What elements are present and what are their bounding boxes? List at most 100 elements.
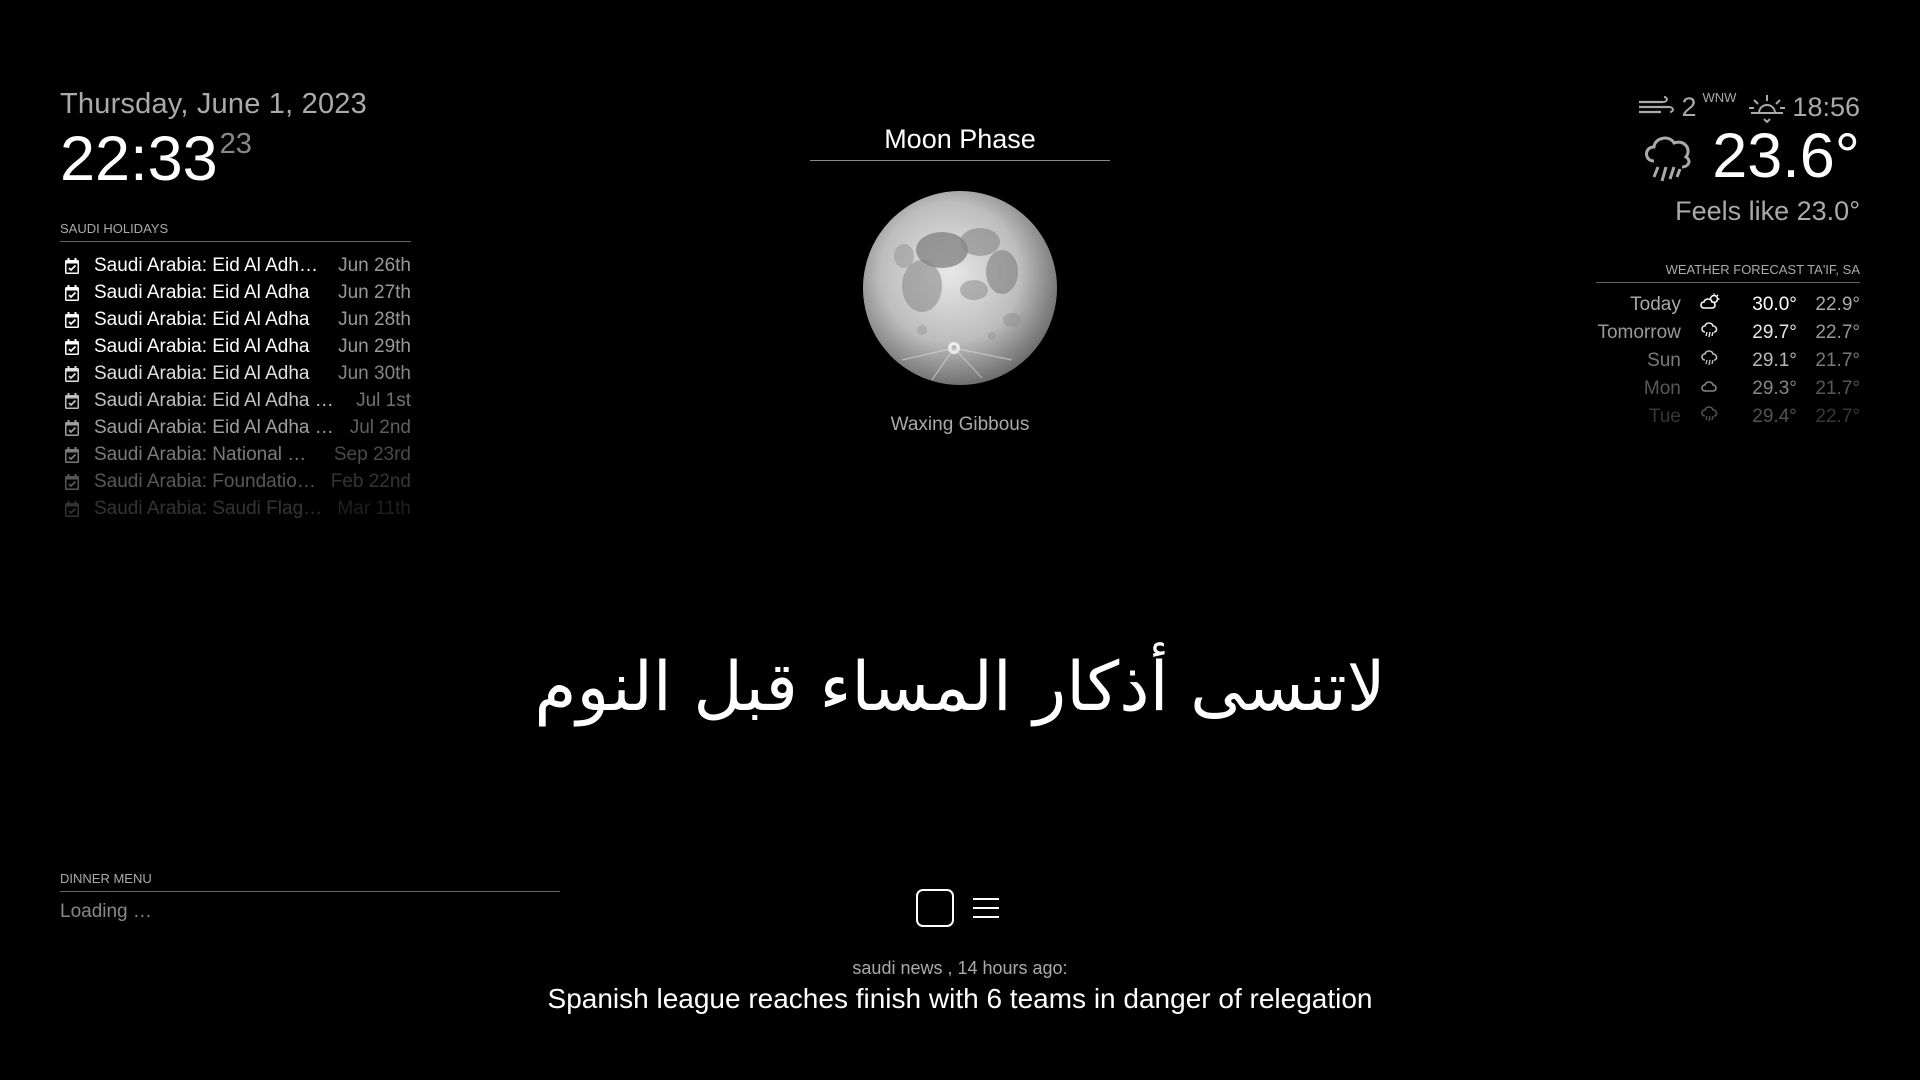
rain-cloud-icon bbox=[1700, 350, 1720, 372]
holiday-row: Saudi Arabia: Eid Al Adha Jun 27th bbox=[60, 279, 411, 306]
holiday-row: Saudi Arabia: Eid Al Adha Jun 28th bbox=[60, 306, 411, 333]
forecast-row: Tomorrow 29.7° 22.7° bbox=[1596, 319, 1860, 347]
forecast-row: Mon 29.3° 21.7° bbox=[1596, 375, 1860, 403]
holidays-header: SAUDI HOLIDAYS bbox=[60, 221, 411, 242]
forecast-day: Today bbox=[1630, 294, 1681, 315]
partly-sunny-icon bbox=[1699, 293, 1721, 316]
holiday-row: Saudi Arabia: National Day Sep 23rd bbox=[60, 441, 411, 468]
clock-module: Thursday, June 1, 2023 22:3323 bbox=[60, 88, 367, 191]
holiday-date: Mar 11th bbox=[337, 497, 411, 519]
holidays-module: SAUDI HOLIDAYS Saudi Arabia: Eid Al Adha… bbox=[60, 221, 411, 522]
forecast-table: Today 30.0° 22.9° Tomorrow 29.7° 22.7° Sun 29.1… bbox=[1596, 291, 1860, 431]
calendar-check-icon bbox=[65, 311, 79, 328]
moon-image bbox=[863, 191, 1057, 385]
holiday-row: Saudi Arabia: Foundation Day Feb 22nd bbox=[60, 468, 411, 495]
weather-summary-row: 2 WNW 18:56 bbox=[1500, 89, 1860, 123]
forecast-min-temp: 21.7° bbox=[1815, 350, 1860, 371]
holiday-title: Saudi Arabia: Eid Al Adha bbox=[94, 308, 310, 330]
calendar-check-icon bbox=[65, 392, 79, 409]
forecast-max-temp: 30.0° bbox=[1752, 294, 1797, 315]
forecast-min-temp: 21.7° bbox=[1815, 378, 1860, 399]
wind-icon bbox=[1639, 96, 1675, 114]
forecast-day: Tue bbox=[1648, 406, 1681, 427]
moon-phase-label: Waxing Gibbous bbox=[890, 414, 1030, 435]
news-open-button[interactable] bbox=[916, 889, 954, 927]
compliment-text: لاتنسى أذكار المساء قبل النوم bbox=[534, 648, 1386, 727]
holiday-title: Saudi Arabia: Eid Al Adha bbox=[94, 335, 310, 357]
holiday-row: Saudi Arabia: Eid Al Adha Holiday Jul 1s… bbox=[60, 387, 411, 414]
forecast-min-temp: 22.7° bbox=[1815, 406, 1860, 427]
holiday-row: Saudi Arabia: Eid Al Adha Jun 30th bbox=[60, 360, 411, 387]
forecast-max-temp: 29.7° bbox=[1752, 322, 1797, 343]
calendar-check-icon bbox=[65, 473, 79, 490]
rain-cloud-icon bbox=[1700, 406, 1720, 428]
dinner-menu-status: Loading … bbox=[60, 901, 152, 922]
holiday-date: Jul 2nd bbox=[349, 416, 411, 438]
calendar-check-icon bbox=[65, 365, 79, 382]
news-source: saudi news , 14 hours ago: bbox=[852, 958, 1068, 978]
calendar-check-icon bbox=[65, 257, 79, 274]
holiday-row: Saudi Arabia: Eid Al Adha Jun 29th bbox=[60, 333, 411, 360]
holiday-row: Saudi Arabia: Eid Al Adha Holiday Jul 2n… bbox=[60, 414, 411, 441]
wind-speed: 2 bbox=[1681, 91, 1697, 122]
holiday-title: Saudi Arabia: National Day bbox=[94, 443, 322, 465]
calendar-check-icon bbox=[65, 338, 79, 355]
holiday-date: Jul 1st bbox=[356, 389, 411, 411]
holiday-date: Jun 27th bbox=[338, 281, 411, 303]
calendar-check-icon bbox=[65, 284, 79, 301]
forecast-min-temp: 22.7° bbox=[1815, 322, 1860, 343]
forecast-min-temp: 22.9° bbox=[1815, 294, 1860, 315]
calendar-check-icon bbox=[65, 419, 79, 436]
calendar-check-icon bbox=[65, 500, 79, 517]
forecast-max-temp: 29.3° bbox=[1752, 378, 1797, 399]
holiday-title: Saudi Arabia: Eid Al Adha (Arafat Day) bbox=[94, 254, 339, 276]
forecast-day: Sun bbox=[1647, 350, 1681, 371]
wind-direction: WNW bbox=[1702, 89, 1737, 105]
clock-time: 22:3323 bbox=[60, 128, 367, 191]
cloud-icon bbox=[1700, 378, 1720, 399]
clock-seconds: 23 bbox=[219, 128, 252, 160]
holiday-title: Saudi Arabia: Foundation Day bbox=[94, 470, 331, 492]
holiday-date: Jun 26th bbox=[338, 254, 411, 276]
forecast-row: Tue 29.4° 22.7° bbox=[1596, 403, 1860, 431]
holiday-date: Jun 29th bbox=[338, 335, 411, 357]
dinner-menu-module: DINNER MENU Loading … bbox=[60, 871, 560, 923]
newsfeed-module: saudi news , 14 hours ago: Spanish leagu… bbox=[0, 958, 1920, 1015]
current-weather-module: 2 WNW 18:56 23.6° Feels like 23.0° bbox=[1500, 89, 1860, 227]
holiday-row: Saudi Arabia: Saudi Flag Day Mar 11th bbox=[60, 495, 411, 522]
menu-icon[interactable] bbox=[972, 895, 1000, 921]
holiday-title: Saudi Arabia: Eid Al Adha Holiday bbox=[94, 416, 350, 438]
forecast-max-temp: 29.4° bbox=[1752, 406, 1797, 427]
holiday-title: Saudi Arabia: Eid Al Adha Holiday bbox=[94, 389, 357, 411]
news-controls bbox=[916, 889, 1000, 927]
sunset-time: 18:56 bbox=[1792, 91, 1860, 122]
holiday-row: Saudi Arabia: Eid Al Adha (Arafat Day) J… bbox=[60, 252, 411, 279]
moon-phase-module: Moon Phase Waxing Gibbous bbox=[810, 124, 1110, 436]
sunset-icon bbox=[1749, 95, 1786, 123]
holiday-date: Jun 28th bbox=[338, 308, 411, 330]
rain-cloud-icon bbox=[1645, 136, 1691, 181]
holiday-title: Saudi Arabia: Eid Al Adha bbox=[94, 281, 310, 303]
forecast-day: Mon bbox=[1643, 378, 1681, 399]
feels-like: Feels like 23.0° bbox=[1675, 196, 1860, 226]
forecast-row: Sun 29.1° 21.7° bbox=[1596, 347, 1860, 375]
forecast-header: WEATHER FORECAST TA'IF, SA bbox=[1596, 262, 1860, 283]
moon-phase-header: Moon Phase bbox=[810, 124, 1110, 161]
forecast-max-temp: 29.1° bbox=[1752, 350, 1797, 371]
calendar-check-icon bbox=[65, 446, 79, 463]
holiday-date: Feb 22nd bbox=[330, 470, 411, 492]
news-headline[interactable]: Spanish league reaches finish with 6 tea… bbox=[0, 983, 1920, 1015]
holidays-list: Saudi Arabia: Eid Al Adha (Arafat Day) J… bbox=[60, 252, 411, 522]
holiday-date: Sep 23rd bbox=[333, 443, 411, 465]
clock-date: Thursday, June 1, 2023 bbox=[60, 88, 367, 120]
clock-hours-minutes: 22:33 bbox=[60, 124, 218, 194]
forecast-row: Today 30.0° 22.9° bbox=[1596, 291, 1860, 319]
forecast-day: Tomorrow bbox=[1597, 322, 1681, 343]
rain-cloud-icon bbox=[1700, 322, 1720, 344]
current-temperature: 23.6° bbox=[1712, 121, 1860, 191]
dinner-menu-header: DINNER MENU bbox=[60, 871, 560, 892]
weather-forecast-module: WEATHER FORECAST TA'IF, SA Today 30.0° 22.… bbox=[1596, 262, 1860, 431]
holiday-title: Saudi Arabia: Eid Al Adha bbox=[94, 362, 310, 384]
holiday-date: Jun 30th bbox=[338, 362, 411, 384]
current-temperature-row: 23.6° bbox=[1500, 125, 1860, 188]
